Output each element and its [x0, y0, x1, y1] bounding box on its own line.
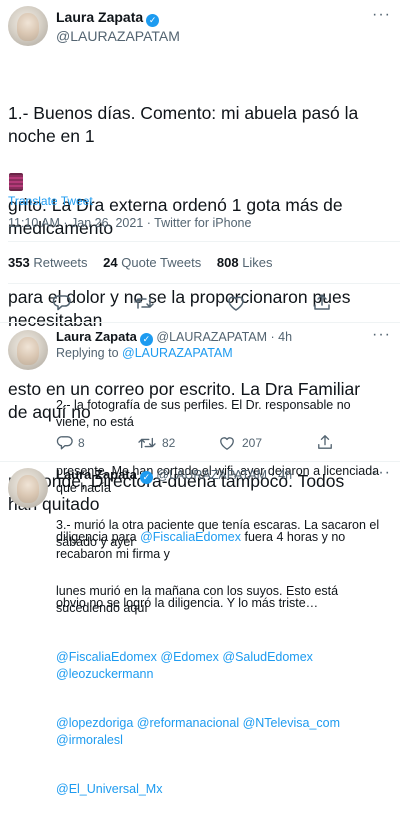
more-icon[interactable]: ··· [372, 6, 391, 24]
tweet-timestamp[interactable]: 11:10 AM · Jan 26, 2021 · Twitter for iP… [8, 216, 251, 230]
share-icon[interactable] [312, 293, 334, 311]
replying-to-mention[interactable]: @LAURAZAPATAM [122, 346, 233, 360]
retweet-count: 82 [162, 436, 176, 450]
verified-icon: ✓ [139, 471, 153, 484]
translate-tweet-link[interactable]: Translate Tweet [8, 194, 93, 208]
reply-line: 2.- la fotografía de sus perfiles. El Dr… [56, 398, 355, 429]
author-name[interactable]: Laura Zapata [56, 467, 137, 482]
reply-time[interactable]: · 4h [271, 330, 293, 344]
likes-count: 808 [216, 255, 239, 270]
reply-time[interactable]: · 4h [271, 468, 293, 482]
avatar[interactable] [8, 330, 48, 370]
retweet-icon[interactable] [133, 294, 155, 312]
author-name[interactable]: Laura Zapata [56, 9, 143, 25]
replying-to: Replying to @LAURAZAPATAM [56, 346, 233, 360]
reply-icon[interactable] [52, 294, 74, 312]
tweet-stats: 353 Retweets 24 Quote Tweets 808 Likes [8, 255, 273, 270]
retweets-label: Retweets [33, 255, 88, 270]
likes-label: Likes [242, 255, 273, 270]
quotes-stat[interactable]: 24 Quote Tweets [103, 255, 201, 270]
replying-prefix: Replying to [56, 346, 119, 360]
avatar[interactable] [8, 468, 48, 508]
divider [8, 241, 400, 242]
mention-line[interactable]: @El_Universal_Mx [56, 781, 384, 798]
tweet-line: 1.- Buenos días. Comento: mi abuela pasó… [8, 103, 364, 146]
like-icon[interactable] [226, 294, 248, 312]
quotes-label: Quote Tweets [121, 255, 202, 270]
reply-header: Laura Zapata ✓ @LAURAZAPATAM · 4h [56, 467, 396, 484]
share-icon[interactable] [316, 434, 338, 452]
like-icon[interactable] [218, 435, 240, 453]
thread-emoji-icon [9, 173, 23, 191]
verified-icon: ✓ [139, 333, 153, 346]
reply-line: 3.- murió la otra paciente que tenía esc… [56, 518, 383, 549]
divider [0, 322, 400, 323]
more-icon[interactable]: ··· [372, 326, 391, 344]
author-handle[interactable]: @LAURAZAPATAM [56, 28, 180, 44]
divider [8, 283, 400, 284]
more-icon[interactable]: ··· [372, 464, 391, 482]
mention-line[interactable]: @lopezdoriga @reformanacional @NTelevisa… [56, 715, 384, 748]
tweet-author[interactable]: Laura Zapata ✓ [56, 9, 160, 27]
author-handle[interactable]: @LAURAZAPATAM [156, 468, 267, 482]
author-handle[interactable]: @LAURAZAPATAM [156, 330, 267, 344]
reply-header: Laura Zapata ✓ @LAURAZAPATAM · 4h [56, 329, 396, 346]
likes-stat[interactable]: 808 Likes [217, 255, 273, 270]
avatar[interactable] [8, 6, 48, 46]
divider [0, 461, 400, 462]
retweets-count: 353 [8, 255, 30, 270]
mention-line[interactable]: @FiscaliaEdomex @Edomex @SaludEdomex @le… [56, 649, 384, 682]
like-count: 207 [242, 436, 263, 450]
reply-line: lunes murió en la mañana con los suyos. … [56, 584, 342, 615]
verified-icon: ✓ [146, 14, 160, 27]
reply-count: 8 [78, 436, 85, 450]
reply-icon[interactable] [56, 435, 78, 453]
retweets-stat[interactable]: 353 Retweets [8, 255, 88, 270]
quotes-count: 24 [103, 255, 118, 270]
retweet-icon[interactable] [137, 435, 159, 453]
reply-text: 3.- murió la otra paciente que tenía esc… [56, 484, 384, 814]
author-name[interactable]: Laura Zapata [56, 329, 137, 344]
